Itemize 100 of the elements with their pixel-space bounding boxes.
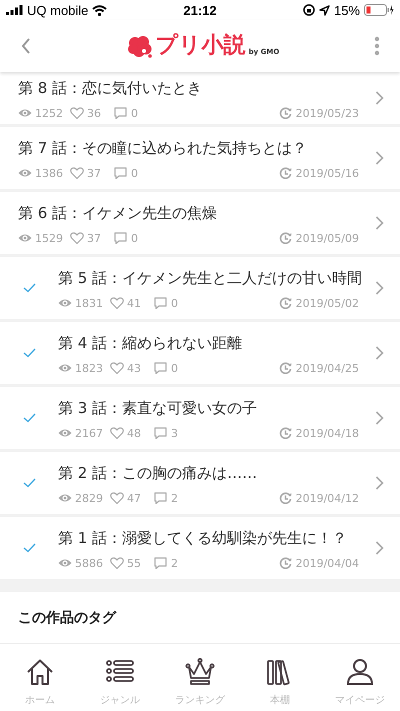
episode-row[interactable]: 第 8 話：恋に気付いたとき 1252 36 0 2019/05/23 [0, 72, 400, 127]
back-icon[interactable] [20, 37, 32, 55]
comment-icon [114, 167, 128, 179]
comment-count: 0 [131, 106, 138, 120]
like-count: 36 [87, 106, 101, 120]
episode-row[interactable]: 第 6 話：イケメン先生の焦燥 1529 37 0 2019/05/09 [0, 192, 400, 257]
episode-title: 第 8 話：恋に気付いたとき [18, 78, 204, 98]
comment-icon [154, 297, 168, 309]
publish-date: 2019/04/25 [296, 362, 359, 374]
heart-icon [70, 107, 84, 119]
chevron-icon [375, 151, 384, 165]
heart-icon [110, 557, 124, 569]
clock-icon [278, 427, 293, 439]
clock-icon [278, 167, 293, 179]
comment-icon [154, 427, 168, 439]
eye-icon [58, 557, 72, 569]
comment-count: 2 [171, 492, 178, 504]
chevron-icon [375, 281, 384, 295]
like-count: 47 [127, 492, 141, 504]
comment-icon [114, 107, 128, 119]
crown-icon [185, 657, 215, 687]
view-count: 1252 [35, 106, 63, 120]
episode-row[interactable]: 第 7 話：その瞳に込められた気持ちとは？ 1386 37 0 2019/05/16 [0, 127, 400, 192]
comment-count: 0 [131, 166, 138, 180]
chevron-icon [375, 346, 384, 360]
chevron-icon [375, 541, 384, 555]
episode-title: 第 6 話：イケメン先生の焦燥 [18, 202, 218, 224]
publish-date: 2019/05/23 [296, 106, 359, 120]
chevron-icon [375, 91, 384, 105]
publish-date: 2019/04/04 [296, 556, 359, 570]
chevron-icon [375, 216, 384, 230]
heart-icon [110, 492, 124, 504]
eye-icon [58, 427, 72, 439]
view-count: 1831 [75, 296, 103, 310]
heart-icon [70, 232, 84, 244]
eye-icon [58, 492, 72, 504]
heart-icon [110, 427, 124, 439]
eye-icon [58, 362, 72, 374]
battery-icon [364, 4, 394, 16]
episode-title: 第 5 話：イケメン先生と二人だけの甘い時間 [58, 268, 364, 288]
view-count: 1386 [35, 166, 63, 180]
clock-icon [278, 107, 293, 119]
like-count: 37 [87, 232, 101, 244]
publish-date: 2019/05/09 [296, 232, 359, 244]
flower-icon [126, 35, 153, 59]
clock-icon [278, 557, 293, 569]
comment-icon [154, 492, 168, 504]
clock-icon [278, 492, 293, 504]
episode-row[interactable]: 第 5 話：イケメン先生と二人だけの甘い時間 1831 41 0 2019/05/02 [0, 257, 400, 322]
battery-percent: 15% [334, 2, 360, 18]
view-count: 2829 [75, 492, 103, 504]
comment-icon [154, 362, 168, 374]
carrier-name: UQ mobile [27, 2, 88, 18]
home-icon [25, 657, 55, 687]
logo-text: プリ小説 [156, 33, 246, 59]
section-title: この作品のタグ [18, 608, 116, 626]
episode-title: 第 3 話：素直な可愛い女の子 [58, 398, 258, 418]
episode-title: 第 7 話：その瞳に込められた気持ちとは？ [18, 138, 308, 158]
comment-count: 3 [171, 426, 178, 440]
like-count: 55 [127, 556, 141, 570]
chevron-icon [375, 476, 384, 490]
eye-icon [18, 232, 32, 244]
episode-title: 第 2 話：この胸の痛みは…… [58, 462, 258, 484]
like-count: 41 [127, 296, 141, 310]
status-time: 21:12 [183, 2, 217, 18]
like-count: 43 [127, 362, 141, 374]
wifi-icon [92, 4, 108, 16]
signal-icon [6, 5, 23, 15]
eye-icon [18, 167, 32, 179]
episode-row[interactable]: 第 2 話：この胸の痛みは…… 2829 47 2 2019/04/12 [0, 452, 400, 517]
location-icon [318, 4, 330, 16]
comment-count: 0 [171, 362, 178, 374]
episode-title: 第 1 話：溺愛してくる幼馴染が先生に！？ [58, 528, 348, 548]
episode-title: 第 4 話：縮められない距離 [58, 332, 244, 354]
more-icon[interactable] [374, 36, 380, 56]
eye-icon [18, 107, 32, 119]
heart-icon [110, 362, 124, 374]
publish-date: 2019/05/02 [296, 296, 359, 310]
like-count: 37 [87, 166, 101, 180]
eye-icon [58, 297, 72, 309]
comment-icon [154, 557, 168, 569]
clock-icon [278, 297, 293, 309]
person-icon [345, 657, 375, 687]
comment-count: 2 [171, 556, 178, 570]
publish-date: 2019/05/16 [296, 166, 359, 180]
heart-icon [110, 297, 124, 309]
heart-icon [70, 167, 84, 179]
episode-row[interactable]: 第 3 話：素直な可愛い女の子 2167 48 3 2019/04/18 [0, 387, 400, 452]
clock-icon [278, 232, 293, 244]
clock-icon [278, 362, 293, 374]
rotation-lock-icon [302, 4, 315, 16]
comment-count: 0 [131, 232, 138, 244]
view-count: 2167 [75, 426, 103, 440]
chevron-icon [375, 411, 384, 425]
view-count: 1529 [35, 232, 63, 244]
publish-date: 2019/04/18 [296, 426, 359, 440]
publish-date: 2019/04/12 [296, 492, 359, 504]
episode-row[interactable]: 第 4 話：縮められない距離 1823 43 0 2019/04/25 [0, 322, 400, 387]
like-count: 48 [127, 426, 141, 440]
comment-icon [114, 232, 128, 244]
